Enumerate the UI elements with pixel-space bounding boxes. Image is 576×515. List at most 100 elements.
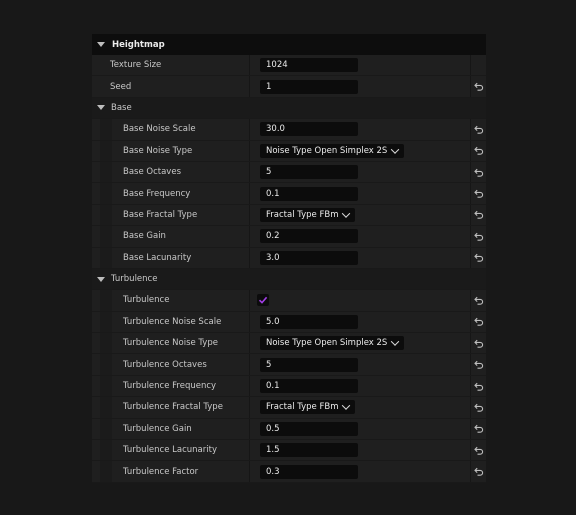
base-noise-type-dropdown[interactable]: Noise Type Open Simplex 2S bbox=[260, 143, 405, 158]
property-row-turbulence-factor: Turbulence Factor 0.3 bbox=[92, 461, 486, 483]
property-row-base-frequency: Base Frequency 0.1 bbox=[92, 183, 486, 205]
reset-arrow-icon[interactable] bbox=[473, 125, 484, 134]
reset-arrow-icon[interactable] bbox=[473, 253, 484, 262]
category-header-base[interactable]: Base bbox=[92, 97, 486, 120]
dropdown-value: Noise Type Open Simplex 2S bbox=[266, 145, 388, 156]
property-row-turbulence-fractal-type: Turbulence Fractal Type Fractal Type FBm bbox=[92, 397, 486, 419]
turbulence-fractal-type-dropdown[interactable]: Fractal Type FBm bbox=[260, 400, 356, 415]
caret-down-icon[interactable] bbox=[97, 105, 105, 111]
reset-cell bbox=[470, 375, 486, 397]
caret-down-icon[interactable] bbox=[97, 276, 105, 282]
reset-cell bbox=[470, 226, 486, 247]
property-label-cell: Turbulence Frequency bbox=[92, 375, 250, 397]
property-row-base-fractal-type: Base Fractal Type Fractal Type FBm bbox=[92, 204, 486, 227]
property-row-turbulence-enabled: Turbulence bbox=[92, 290, 486, 312]
texture-size-input[interactable]: 1024 bbox=[260, 58, 358, 73]
reset-cell bbox=[470, 161, 486, 183]
category-header-turbulence[interactable]: Turbulence bbox=[92, 268, 486, 291]
property-label: Turbulence Noise Type bbox=[123, 338, 218, 349]
property-value-cell: 1.5 bbox=[250, 440, 470, 460]
property-value-cell bbox=[250, 290, 470, 310]
dropdown-value: Fractal Type FBm bbox=[266, 209, 339, 220]
property-label-cell: Base Noise Type bbox=[92, 140, 250, 161]
reset-arrow-icon[interactable] bbox=[473, 82, 484, 91]
property-label: Seed bbox=[110, 81, 132, 92]
property-value-cell: 1 bbox=[250, 76, 470, 96]
turbulence-enabled-checkbox[interactable] bbox=[257, 294, 269, 307]
checkmark-icon bbox=[258, 295, 268, 305]
base-noise-scale-input[interactable]: 30.0 bbox=[260, 122, 358, 137]
reset-arrow-icon[interactable] bbox=[473, 403, 484, 412]
property-row-seed: Seed 1 bbox=[92, 76, 486, 98]
property-value-cell: Fractal Type FBm bbox=[250, 205, 470, 225]
property-value-cell: Fractal Type FBm bbox=[250, 397, 470, 417]
property-value-cell: 5.0 bbox=[250, 312, 470, 332]
property-label: Turbulence Fractal Type bbox=[123, 402, 223, 413]
reset-cell bbox=[470, 311, 486, 333]
turbulence-gain-input[interactable]: 0.5 bbox=[260, 421, 358, 436]
property-value-cell: 0.3 bbox=[250, 461, 470, 481]
base-octaves-input[interactable]: 5 bbox=[260, 165, 358, 180]
property-value-cell: 0.1 bbox=[250, 183, 470, 203]
base-lacunarity-input[interactable]: 3.0 bbox=[260, 250, 358, 265]
property-value-cell: 0.5 bbox=[250, 419, 470, 439]
property-label: Turbulence bbox=[123, 295, 170, 306]
reset-arrow-icon[interactable] bbox=[473, 339, 484, 348]
property-value-cell: 30.0 bbox=[250, 119, 470, 139]
reset-arrow-icon[interactable] bbox=[473, 424, 484, 434]
reset-cell bbox=[470, 55, 486, 76]
base-frequency-input[interactable]: 0.1 bbox=[260, 186, 358, 201]
property-label: Base Octaves bbox=[123, 167, 181, 178]
category-header-heightmap[interactable]: Heightmap bbox=[92, 34, 486, 55]
property-label: Base Frequency bbox=[123, 188, 191, 199]
property-label-cell: Turbulence Octaves bbox=[92, 354, 250, 375]
reset-arrow-icon[interactable] bbox=[473, 189, 484, 198]
property-value-cell: 3.0 bbox=[250, 248, 470, 268]
property-row-turbulence-octaves: Turbulence Octaves 5 bbox=[92, 354, 486, 376]
property-label: Base Fractal Type bbox=[123, 209, 198, 220]
property-value-cell: 1024 bbox=[250, 55, 470, 75]
caret-down-icon[interactable] bbox=[97, 42, 105, 47]
reset-arrow-icon[interactable] bbox=[473, 382, 484, 391]
reset-arrow-icon[interactable] bbox=[473, 210, 484, 220]
base-fractal-type-dropdown[interactable]: Fractal Type FBm bbox=[260, 207, 356, 222]
reset-arrow-icon[interactable] bbox=[473, 168, 484, 177]
reset-cell bbox=[470, 290, 486, 311]
reset-cell bbox=[470, 354, 486, 375]
property-label: Turbulence Lacunarity bbox=[123, 445, 217, 456]
property-row-turbulence-noise-scale: Turbulence Noise Scale 5.0 bbox=[92, 311, 486, 334]
property-label-cell: Base Lacunarity bbox=[92, 247, 250, 268]
property-label-cell: Texture Size bbox=[92, 55, 250, 76]
turbulence-noise-scale-input[interactable]: 5.0 bbox=[260, 314, 358, 329]
property-list: Texture Size 1024 Seed 1 Base Base Noise Scal… bbox=[92, 55, 486, 483]
property-label-cell: Turbulence Gain bbox=[92, 418, 250, 440]
reset-arrow-icon[interactable] bbox=[473, 146, 484, 155]
reset-arrow-icon[interactable] bbox=[473, 446, 484, 455]
property-row-turbulence-noise-type: Turbulence Noise Type Noise Type Open Sim… bbox=[92, 333, 486, 355]
property-label: Base Noise Type bbox=[123, 145, 193, 156]
seed-input[interactable]: 1 bbox=[260, 79, 358, 94]
property-value-cell: 0.1 bbox=[250, 376, 470, 396]
reset-arrow-icon[interactable] bbox=[473, 467, 484, 476]
turbulence-factor-input[interactable]: 0.3 bbox=[260, 464, 358, 479]
turbulence-frequency-input[interactable]: 0.1 bbox=[260, 379, 358, 394]
property-row-base-noise-scale: Base Noise Scale 30.0 bbox=[92, 119, 486, 141]
turbulence-lacunarity-input[interactable]: 1.5 bbox=[260, 443, 358, 458]
property-value-cell: Noise Type Open Simplex 2S bbox=[250, 333, 470, 353]
chevron-down-icon bbox=[391, 145, 400, 154]
reset-arrow-icon[interactable] bbox=[473, 317, 484, 327]
reset-arrow-icon[interactable] bbox=[473, 296, 484, 305]
reset-arrow-icon[interactable] bbox=[473, 360, 484, 369]
reset-cell bbox=[470, 183, 486, 204]
reset-arrow-icon[interactable] bbox=[473, 232, 484, 241]
property-label-cell: Base Fractal Type bbox=[92, 204, 250, 226]
section-title: Base bbox=[111, 102, 132, 113]
property-row-base-lacunarity: Base Lacunarity 3.0 bbox=[92, 247, 486, 269]
base-gain-input[interactable]: 0.2 bbox=[260, 229, 358, 244]
turbulence-noise-type-dropdown[interactable]: Noise Type Open Simplex 2S bbox=[260, 336, 405, 351]
property-row-base-octaves: Base Octaves 5 bbox=[92, 161, 486, 184]
property-label-cell: Turbulence Factor bbox=[92, 461, 250, 482]
details-panel: Heightmap Texture Size 1024 Seed 1 Base Base … bbox=[92, 34, 486, 483]
property-label: Base Noise Scale bbox=[123, 124, 196, 135]
turbulence-octaves-input[interactable]: 5 bbox=[260, 357, 358, 372]
